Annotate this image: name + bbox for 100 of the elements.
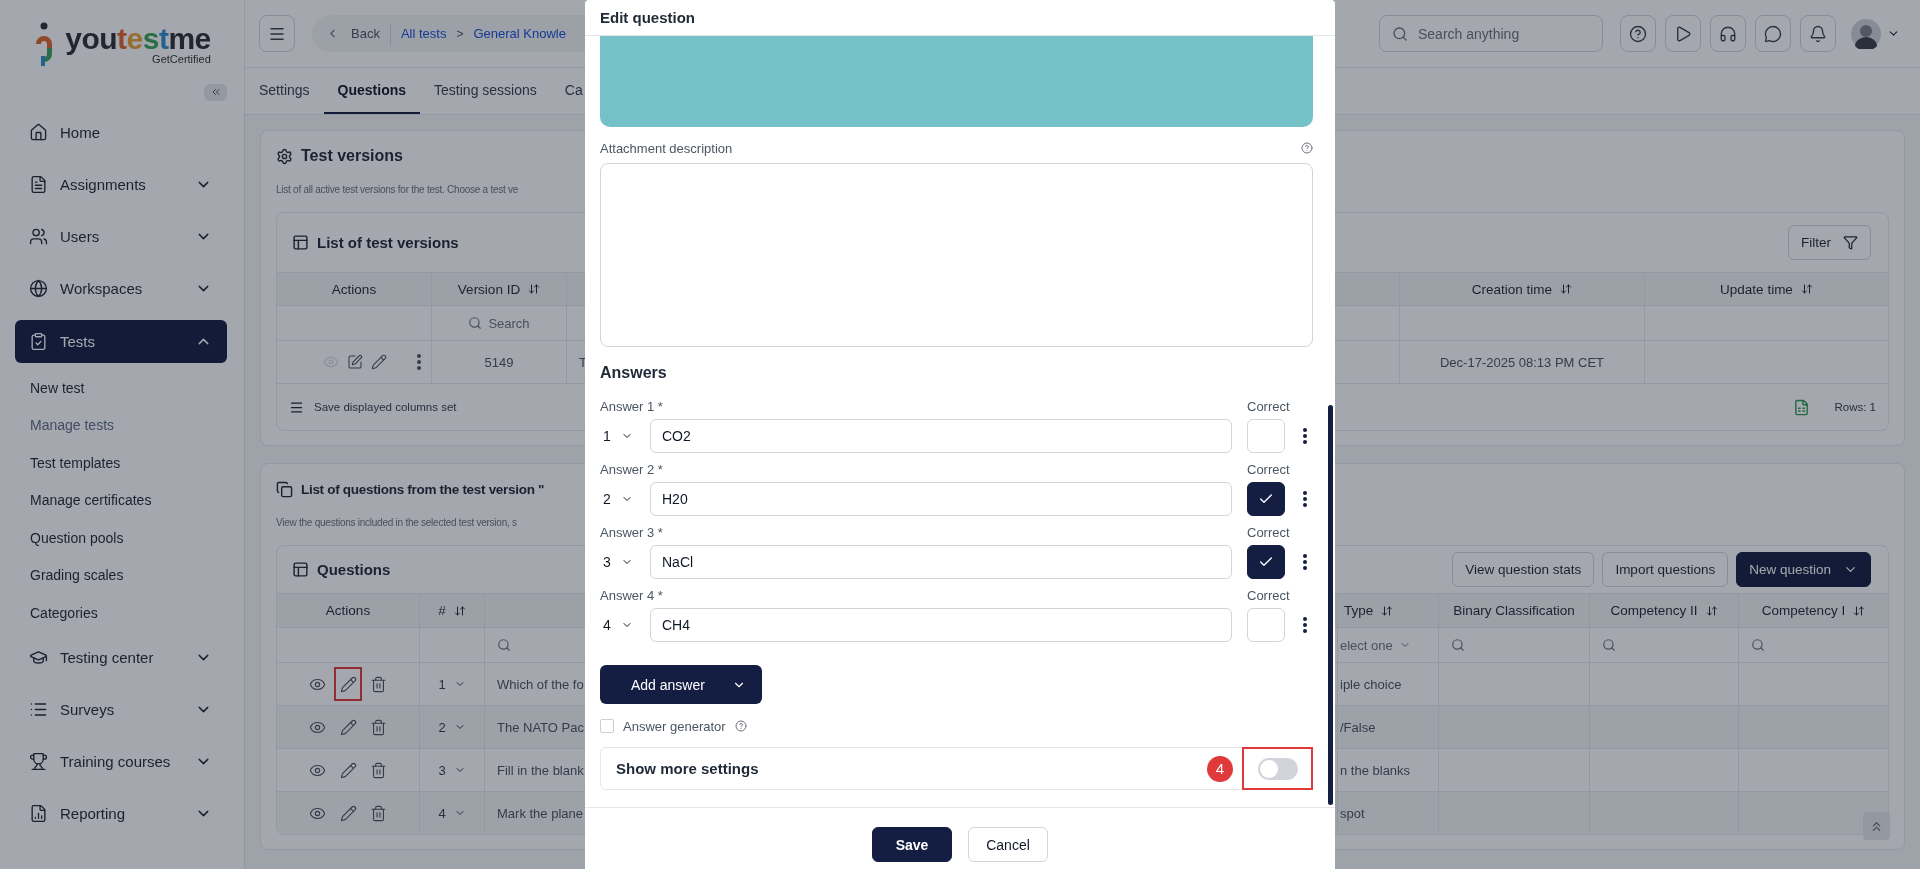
trash-icon [370,718,387,736]
correct-checkbox[interactable] [1247,482,1285,516]
edit-icon [347,354,363,370]
kebab-icon[interactable] [1303,617,1307,633]
table-title: Questions [317,561,391,578]
pencil-icon [339,675,357,693]
pencil-icon [339,718,357,736]
scrollbar-thumb[interactable] [1328,405,1333,805]
order-select[interactable]: 4 [600,617,650,633]
nav-subitem[interactable]: Question pools [0,519,244,557]
row-toggle[interactable]: 2 [438,719,466,735]
menu-button[interactable] [259,15,295,52]
nav-item[interactable]: Reporting [0,787,244,840]
field-label: Correct [1247,524,1290,540]
column-header: Competency I [1761,603,1846,618]
description-field[interactable] [600,163,1313,347]
tab[interactable]: Settings [245,68,324,114]
kebab-icon[interactable] [1303,491,1307,507]
trash-icon [370,761,387,779]
sort-icon [1705,604,1718,617]
step-badge: 4 [1207,755,1233,782]
logo-tagline: GetCertified [152,53,211,65]
menu-icon [289,399,304,415]
nav-subitem[interactable]: Test templates [0,444,244,482]
row-toggle[interactable]: 1 [438,676,466,692]
section-title: Answers [600,364,668,382]
checkbox[interactable] [600,719,614,733]
breadcrumb-separator: > [456,26,464,41]
filter-field[interactable]: Search [468,315,530,331]
answer-field[interactable]: CO2 [650,419,1232,453]
toolbar-button[interactable] [1800,15,1836,52]
nav-subitem[interactable]: Categories [0,594,244,632]
field-label: Answer 2 * [600,461,663,477]
order-select[interactable]: 3 [600,554,650,570]
add-answer-button[interactable]: Add answer [600,665,762,704]
breadcrumb-link[interactable]: General Knowle [473,26,566,41]
document-icon [29,174,48,194]
nav-subitem[interactable]: Manage tests [0,406,244,444]
toolbar-button[interactable] [1755,15,1791,52]
nav-item[interactable]: Users [0,210,244,262]
card-title: Test versions [301,147,403,165]
nav-subitem[interactable]: Manage certificates [0,481,244,519]
nav-item[interactable]: Training courses [0,735,244,788]
save-columns-link[interactable]: Save displayed columns set [314,401,457,413]
search-field[interactable]: Search anything [1379,15,1603,52]
kebab-icon[interactable] [1303,428,1307,444]
dialog-title: Edit question [600,9,695,26]
trash-icon [370,675,387,693]
table-icon [292,561,309,578]
nav-subitem[interactable]: New test [0,369,244,407]
row-toggle[interactable]: 3 [438,762,466,778]
toolbar-button[interactable] [1710,15,1746,52]
help-icon [1301,142,1313,154]
toolbar-button[interactable] [1620,15,1656,52]
nav-item[interactable]: Assignments [0,158,244,210]
help-icon [734,720,747,732]
correct-checkbox[interactable] [1247,545,1285,579]
breadcrumb-link[interactable]: All tests [400,26,447,41]
search-icon [497,638,511,652]
cancel-button[interactable]: Cancel [968,827,1048,862]
play-icon [1674,24,1692,43]
nav-item[interactable]: Testing center [0,631,244,684]
save-button[interactable]: Save [872,827,952,862]
nav-item[interactable]: Workspaces [0,262,244,314]
search-icon [1451,638,1465,652]
toolbar-button[interactable]: Import questions [1602,552,1729,587]
order-select[interactable]: 2 [600,491,650,507]
avatar-icon[interactable] [1851,18,1881,49]
back-link[interactable]: Back [326,22,391,45]
pencil-icon [371,354,387,370]
type-select[interactable]: elect one [1340,637,1411,653]
filter-button[interactable]: Filter [1788,225,1871,260]
nav-item[interactable]: Home [0,106,244,158]
field-label: Correct [1247,398,1290,414]
tab[interactable]: Testing sessions [420,68,551,114]
row-toggle[interactable]: 4 [438,805,466,821]
answer-field[interactable]: CH4 [650,608,1232,642]
list-icon [29,700,48,719]
filter-icon [1843,235,1858,250]
search-icon [1751,638,1765,652]
column-header: Actions [325,603,371,618]
globe-icon [29,278,48,298]
panel-title: Show more settings [616,760,760,777]
tab[interactable]: Questions [323,68,421,114]
new-question-button[interactable]: New question [1736,552,1871,587]
field-label: Attachment description [600,140,733,156]
table-cell: Fill in the blank [497,762,584,778]
field-label: Answer 1 * [600,398,663,414]
pencil-icon [339,761,357,779]
toolbar-button[interactable] [1665,15,1701,52]
nav-subitem[interactable]: Grading scales [0,556,244,594]
table-cell: spot [1340,805,1365,821]
toggle-switch[interactable] [1257,757,1298,780]
answer-field[interactable]: H20 [650,482,1232,516]
kebab-icon[interactable] [1303,554,1307,570]
nav-item[interactable]: Tests [15,320,227,363]
order-select[interactable]: 1 [600,428,650,444]
answer-field[interactable]: NaCl [650,545,1232,579]
toolbar-button[interactable]: View question stats [1452,552,1595,587]
nav-item[interactable]: Surveys [0,683,244,736]
